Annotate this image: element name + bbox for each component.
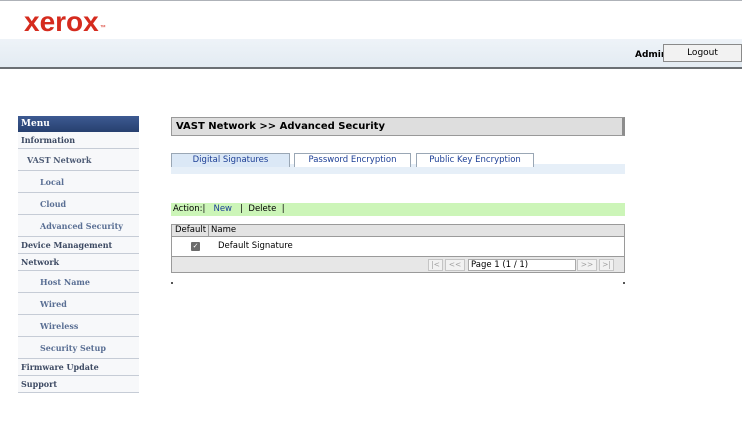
menu-item-vast-network[interactable]: VAST Network [18,149,139,171]
action-separator: | [240,204,243,214]
column-header-default[interactable]: Default [175,225,206,236]
corner-marker [623,282,625,284]
sidebar-menu: Menu Information VAST Network Local Clou… [18,116,139,393]
new-button[interactable]: New [213,204,232,214]
tab-digital-signatures[interactable]: Digital Signatures [171,153,290,167]
column-divider [208,225,209,236]
menu-title: Menu [18,116,139,132]
menu-item-device-management[interactable]: Device Management [18,237,139,254]
header-bar [0,39,742,69]
default-checkbox-checked-icon[interactable]: ✓ [191,242,200,251]
tab-public-key-encryption[interactable]: Public Key Encryption [416,153,534,167]
page-title: VAST Network >> Advanced Security [171,117,625,136]
xerox-logo: xerox™ [24,6,106,37]
menu-item-wired[interactable]: Wired [18,293,139,315]
menu-item-support[interactable]: Support [18,376,139,393]
table-header: Default Name [172,225,624,237]
action-bar: Action:| New | Delete | [171,203,625,216]
top-border [0,0,742,1]
menu-item-firmware-update[interactable]: Firmware Update [18,359,139,376]
menu-item-local[interactable]: Local [18,171,139,193]
signature-name: Default Signature [218,241,293,251]
page-indicator-input[interactable]: Page 1 (1 / 1) [468,259,576,271]
menu-item-network[interactable]: Network [18,254,139,271]
next-page-button[interactable]: >> [577,259,597,271]
menu-item-advanced-security[interactable]: Advanced Security [18,215,139,237]
first-page-button[interactable]: |< [428,259,443,271]
action-prefix: Action:| [173,204,206,214]
corner-marker [171,282,173,284]
tab-password-encryption[interactable]: Password Encryption [294,153,411,167]
action-separator: | [281,204,285,214]
delete-button[interactable]: Delete [248,204,276,214]
logout-button[interactable]: Logout [663,44,742,62]
menu-item-information[interactable]: Information [18,132,139,149]
menu-item-wireless[interactable]: Wireless [18,315,139,337]
menu-item-security-setup[interactable]: Security Setup [18,337,139,359]
signatures-table: Default Name ✓ Default Signature |< << P… [171,224,625,273]
previous-page-button[interactable]: << [445,259,465,271]
menu-item-host-name[interactable]: Host Name [18,271,139,293]
last-page-button[interactable]: >| [599,259,614,271]
table-row[interactable]: ✓ Default Signature [172,237,624,255]
pager: |< << Page 1 (1 / 1) >> >| [172,256,624,272]
column-header-name[interactable]: Name [211,225,236,236]
menu-item-cloud[interactable]: Cloud [18,193,139,215]
